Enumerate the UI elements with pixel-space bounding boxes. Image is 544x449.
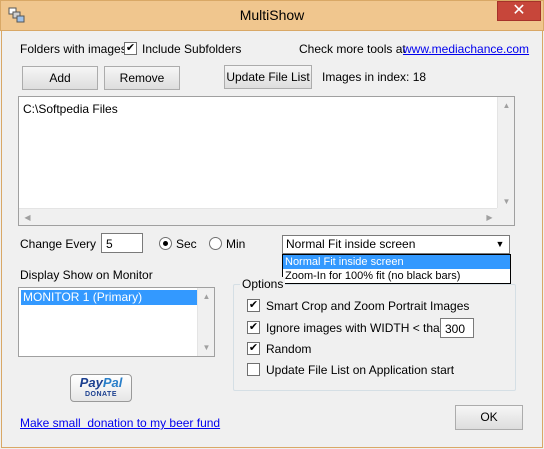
close-button[interactable]: ✕ [497,1,541,21]
min-label: Min [226,237,246,251]
radio-selected-dot [163,241,168,246]
folder-list-hscrollbar[interactable]: ◀ ▶ [19,208,498,225]
check-more-label: Check more tools at [299,42,406,56]
sec-radio[interactable] [159,237,172,250]
mediachance-link[interactable]: www.mediachance.com [403,42,529,56]
scroll-left-arrow-icon[interactable]: ◀ [19,209,36,226]
smart-crop-label: Smart Crop and Zoom Portrait Images [266,299,470,313]
paypal-donate-label: DONATE [84,391,118,398]
donate-link[interactable]: Make small donation to my beer fund [20,416,220,430]
monitor-list-vscrollbar[interactable]: ▲ ▼ [197,288,214,356]
fit-mode-selected: Normal Fit inside screen [286,237,416,251]
monitor-list-item[interactable]: MONITOR 1 (Primary) [21,290,197,305]
ignore-width-checkbox[interactable]: ✔ [247,321,260,334]
folders-label: Folders with images [20,42,127,56]
sec-label: Sec [176,237,197,251]
fit-mode-dropdown-list[interactable]: Normal Fit inside screen Zoom-In for 100… [282,254,511,284]
random-checkbox[interactable]: ✔ [247,342,260,355]
display-monitor-label: Display Show on Monitor [20,268,153,282]
scroll-corner [497,208,514,225]
update-on-start-label: Update File List on Application start [266,363,455,377]
checkmark-icon: ✔ [248,321,259,333]
fit-mode-combobox[interactable]: Normal Fit inside screen [282,235,510,254]
smart-crop-checkbox[interactable]: ✔ [247,299,260,312]
chevron-down-icon[interactable]: ▼ [492,237,508,252]
change-every-label: Change Every [20,237,97,251]
images-in-index-label: Images in index: 18 [322,70,427,84]
random-label: Random [266,342,312,356]
add-button[interactable]: Add [22,66,98,90]
include-subfolders-checkbox[interactable]: ✔ [124,42,137,55]
remove-button[interactable]: Remove [104,66,180,90]
checkmark-icon: ✔ [248,299,259,311]
folder-list-item[interactable]: C:\Softpedia Files [23,102,118,116]
scroll-up-arrow-icon[interactable]: ▲ [498,97,515,114]
fit-mode-option[interactable]: Zoom-In for 100% fit (no black bars) [283,269,510,283]
folder-list[interactable]: C:\Softpedia Files ▲ ▼ ◀ ▶ [18,96,515,226]
checkmark-icon: ✔ [125,42,136,54]
paypal-donate-button[interactable]: PayPal DONATE [70,374,132,402]
update-file-list-button[interactable]: Update File List [224,65,312,89]
min-radio[interactable] [209,237,222,250]
window-title: MultiShow [239,7,305,23]
folder-list-vscrollbar[interactable]: ▲ ▼ [497,97,514,210]
scroll-up-arrow-icon[interactable]: ▲ [198,288,215,305]
ok-button[interactable]: OK [455,405,523,430]
fit-mode-option[interactable]: Normal Fit inside screen [283,255,510,269]
monitor-list[interactable]: MONITOR 1 (Primary) ▲ ▼ [18,287,215,357]
change-every-input[interactable]: 5 [101,233,143,253]
paypal-logo: PayPal [79,375,123,390]
checkmark-icon: ✔ [248,342,259,354]
scroll-down-arrow-icon[interactable]: ▼ [198,339,215,356]
update-on-start-checkbox[interactable] [247,363,260,376]
options-group-title: Options [240,277,286,291]
ignore-width-label: Ignore images with WIDTH < than [266,321,447,335]
include-subfolders-label: Include Subfolders [142,42,242,56]
scroll-right-arrow-icon[interactable]: ▶ [481,209,498,226]
ignore-width-input[interactable]: 300 [440,318,474,338]
